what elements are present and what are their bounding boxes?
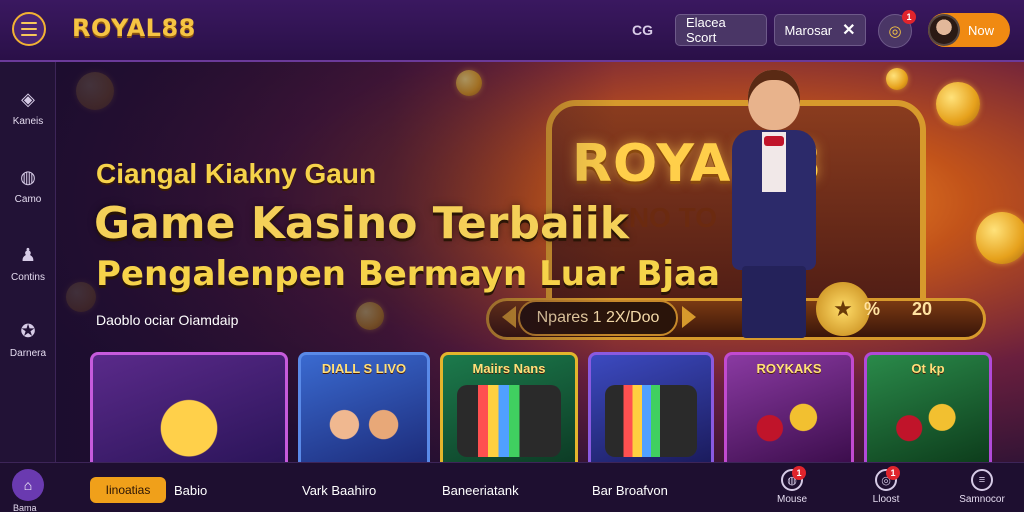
menu-button[interactable] bbox=[12, 12, 46, 46]
card-art bbox=[315, 385, 413, 457]
hero-tagline: Pengalenpen Bermayn Luar Bjaa bbox=[96, 254, 720, 294]
game-card[interactable]: Ot kp bbox=[864, 352, 992, 470]
mascot-figure bbox=[724, 66, 824, 338]
search-icon: ◍ 1 bbox=[781, 466, 806, 491]
mascot-bow bbox=[764, 136, 784, 146]
tab-baneeriatank[interactable]: Baneeriatank bbox=[442, 483, 519, 498]
sidebar-item-kaneis[interactable]: ◈ Kaneis bbox=[0, 88, 56, 128]
coin-decoration bbox=[976, 212, 1024, 264]
gift-icon: ◎ 1 bbox=[875, 466, 900, 491]
card-art bbox=[107, 385, 271, 457]
gem-icon: ◈ bbox=[21, 88, 35, 109]
promo-percent: % bbox=[864, 299, 881, 319]
game-card-title: Maiirs Nans bbox=[472, 361, 546, 376]
mascot-head bbox=[748, 70, 800, 130]
sidebar-item-label: Kaneis bbox=[12, 116, 44, 127]
game-card[interactable] bbox=[588, 352, 714, 470]
hero-title: Game Kasino Terbaiik bbox=[94, 198, 630, 249]
game-card[interactable]: ROYKAKS bbox=[724, 352, 854, 470]
mascot-legs bbox=[742, 266, 806, 338]
icon-badge: 1 bbox=[886, 466, 900, 480]
bottom-icon-mouse[interactable]: ◍ 1 Mouse bbox=[768, 466, 816, 505]
coin-decoration bbox=[936, 82, 980, 126]
chat-icon: ◍ bbox=[20, 166, 36, 187]
game-card[interactable]: Maiirs Nans bbox=[440, 352, 578, 470]
tab-bar-broafvon[interactable]: Bar Broafvon bbox=[592, 483, 668, 498]
arrow-right-icon bbox=[682, 306, 696, 328]
sidebar-item-label: Contins bbox=[11, 272, 45, 283]
header-button-a[interactable]: Elacea Scort bbox=[675, 14, 767, 46]
sidebar-item-contins[interactable]: ♟ Contins bbox=[0, 244, 56, 284]
sidebar-item-label: Camo bbox=[14, 194, 42, 205]
bottom-icon-label: Lloost bbox=[872, 494, 900, 505]
menu-icon-line bbox=[21, 34, 37, 36]
header-code: CG bbox=[632, 22, 653, 38]
hero-caption: Daoblo ociar Oiamdaip bbox=[96, 312, 239, 328]
game-card-title: Ot kp bbox=[911, 361, 945, 376]
user-icon: ♟ bbox=[19, 244, 37, 265]
game-card-title: ROYKAKS bbox=[756, 361, 822, 376]
home-icon: ⌂ bbox=[23, 477, 33, 493]
promo-number: 20 bbox=[912, 299, 933, 319]
sidebar-item-darnera[interactable]: ✪ Darnera bbox=[0, 320, 56, 360]
icon-badge: 1 bbox=[792, 466, 806, 480]
home-label: Bama bbox=[13, 503, 37, 512]
brand-logo[interactable]: ROYAL88 bbox=[72, 14, 196, 42]
sidebar-item-label: Darnera bbox=[9, 348, 47, 359]
profile-label: Now bbox=[968, 22, 995, 38]
sidebar-item-camo[interactable]: ◍ Camo bbox=[0, 166, 56, 206]
menu-icon-line bbox=[21, 28, 37, 30]
tab-vark-baahiro[interactable]: Vark Baahiro bbox=[302, 483, 376, 498]
top-bar: ROYAL88 CG Elacea Scort Marosar ✕ ◎ 1 No… bbox=[0, 0, 1024, 62]
game-card-title: DIALL S LIVO bbox=[321, 361, 407, 376]
profile-button[interactable]: Now bbox=[928, 13, 1010, 47]
sidebar: ◈ Kaneis ◍ Camo ♟ Contins ✪ Darnera bbox=[0, 62, 56, 462]
bottom-nav: ⌂ Bama Iinoatias Babio Vark Baahiro Bane… bbox=[0, 462, 1024, 512]
bell-icon: ◎ bbox=[888, 23, 902, 40]
bottom-icon-samnocor[interactable]: ≡ Samnocor bbox=[958, 469, 1006, 505]
card-art bbox=[741, 385, 837, 457]
avatar bbox=[928, 14, 960, 46]
hero-subtitle: Ciangal Kiakny Gaun bbox=[96, 158, 377, 189]
header-button-b-label: Marosar bbox=[784, 22, 833, 38]
tab-babio[interactable]: Babio bbox=[174, 483, 207, 498]
header-button-a-label: Elacea Scort bbox=[686, 15, 726, 45]
tab-active[interactable]: Iinoatias bbox=[90, 477, 166, 503]
card-art bbox=[881, 385, 975, 457]
card-art bbox=[457, 385, 561, 457]
bottom-icon-lloost[interactable]: ◎ 1 Lloost bbox=[862, 466, 910, 505]
card-art bbox=[605, 385, 697, 457]
close-icon[interactable]: ✕ bbox=[842, 20, 855, 40]
settings-icon: ✪ bbox=[20, 320, 36, 341]
notification-badge: 1 bbox=[902, 10, 916, 24]
notification-button[interactable]: ◎ 1 bbox=[878, 10, 916, 48]
header-button-b[interactable]: Marosar ✕ bbox=[774, 14, 866, 46]
coin-decoration bbox=[886, 68, 908, 90]
home-button[interactable]: ⌂ bbox=[12, 469, 44, 501]
bottom-icon-label: Samnocor bbox=[959, 494, 1005, 505]
game-card[interactable]: DIALL S LIVO bbox=[298, 352, 430, 470]
game-card[interactable] bbox=[90, 352, 288, 470]
menu-icon-line bbox=[21, 22, 37, 24]
star-icon: ★ bbox=[816, 282, 870, 336]
bottom-icon-label: Mouse bbox=[776, 494, 807, 505]
stack-icon: ≡ bbox=[971, 469, 993, 491]
